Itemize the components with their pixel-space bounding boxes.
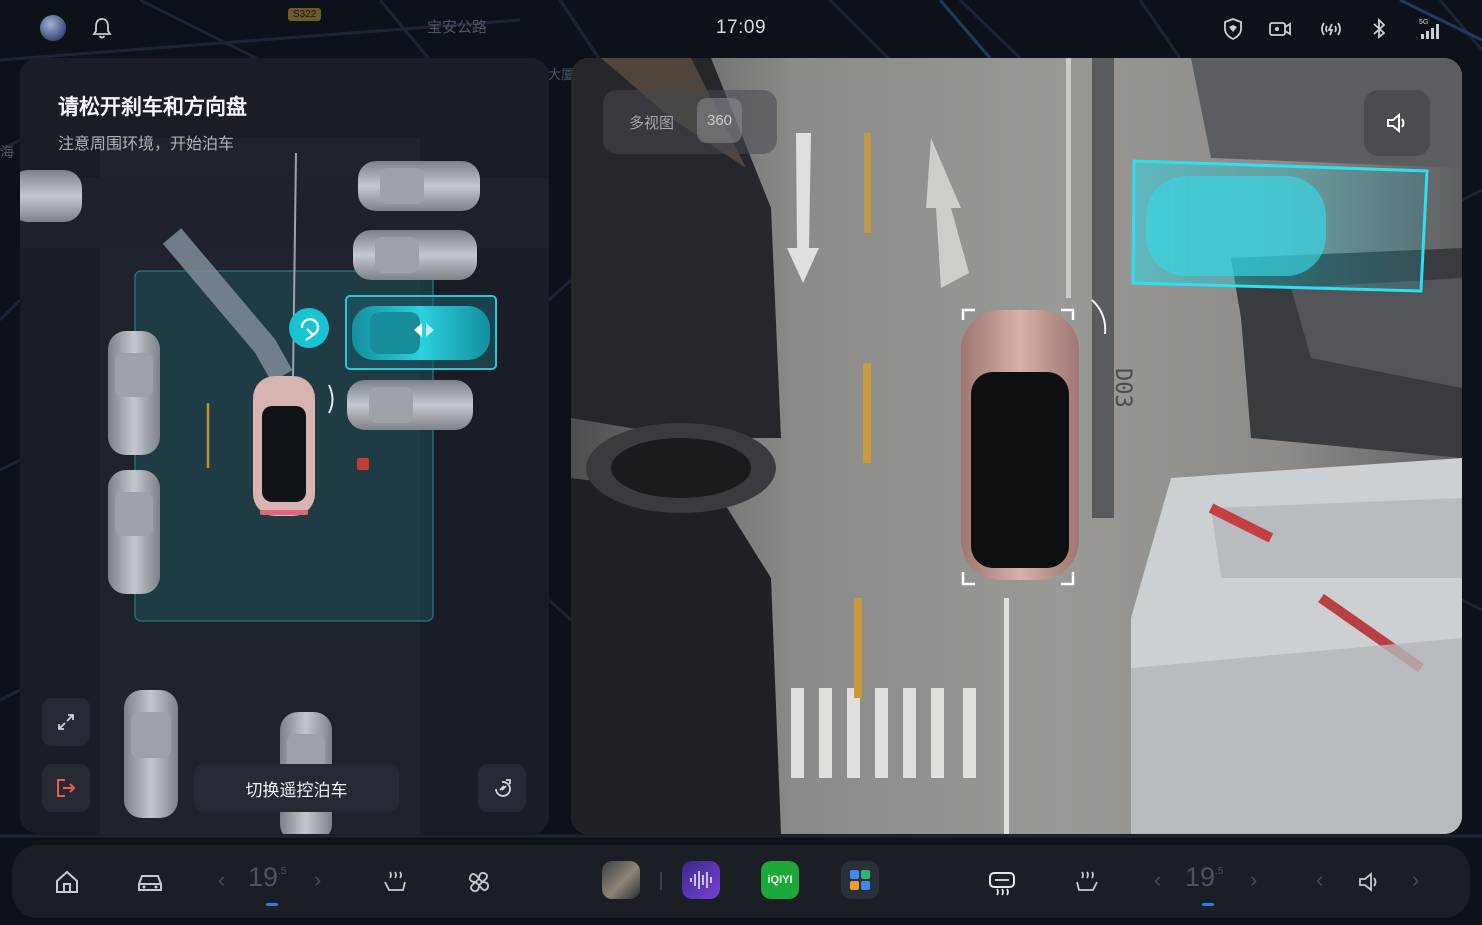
dashcam-icon[interactable] bbox=[1267, 16, 1293, 42]
parked-car bbox=[108, 470, 160, 594]
view-mode-tabs: 多视图 360 bbox=[603, 90, 777, 154]
camera-feed: D03 bbox=[571, 58, 1462, 834]
iqiyi-app[interactable]: iQIYI bbox=[761, 861, 799, 899]
parked-car bbox=[347, 380, 473, 430]
seat-heat-left-button[interactable] bbox=[380, 867, 410, 897]
temp-left-down[interactable]: ‹ bbox=[218, 867, 225, 893]
pause-parking-button[interactable] bbox=[478, 764, 526, 812]
seat-heat-right-icon bbox=[1076, 871, 1098, 891]
bluetooth-icon[interactable] bbox=[1366, 16, 1392, 42]
map-road-label: 宝安公路 bbox=[427, 19, 488, 36]
temp-right[interactable]: 19.5 bbox=[1185, 862, 1223, 893]
expand-icon bbox=[58, 714, 74, 730]
shield-icon[interactable] bbox=[1220, 16, 1246, 42]
temp-right-value: 19 bbox=[1185, 862, 1216, 892]
camera-sound-button[interactable] bbox=[1364, 90, 1430, 156]
temp-left-value: 19 bbox=[248, 862, 279, 892]
parked-car bbox=[358, 161, 480, 211]
map-side-label: 海 bbox=[0, 144, 14, 160]
volume-up[interactable]: › bbox=[1412, 867, 1419, 893]
temp-left[interactable]: 19.5 bbox=[248, 862, 286, 893]
apps-grid-icon bbox=[850, 870, 870, 890]
temp-right-down[interactable]: ‹ bbox=[1154, 867, 1161, 893]
parking-panel: 请松开刹车和方向盘 注意周围环境，开始泊车 切换遥控泊车 bbox=[20, 58, 549, 834]
fan-icon bbox=[468, 871, 490, 893]
slot-label: D03 bbox=[1110, 368, 1135, 408]
temp-left-up[interactable]: › bbox=[314, 867, 321, 893]
waveform-icon bbox=[690, 871, 712, 889]
parked-car bbox=[20, 170, 82, 222]
tab-360[interactable]: 360 bbox=[697, 98, 743, 143]
temp-right-indicator bbox=[1202, 903, 1214, 906]
dock-divider bbox=[660, 872, 662, 890]
fan-button[interactable] bbox=[464, 867, 494, 897]
temp-right-up[interactable]: › bbox=[1250, 867, 1257, 893]
volume-button[interactable] bbox=[1354, 867, 1384, 897]
defrost-icon bbox=[989, 872, 1015, 896]
volume-icon bbox=[1359, 872, 1377, 892]
panel-subtitle: 注意周围环境，开始泊车 bbox=[58, 136, 235, 153]
seat-heat-right-button[interactable] bbox=[1072, 867, 1102, 897]
bottom-dock: ‹ 19.5 › iQIYI ‹ 19.5 › ‹ › bbox=[12, 845, 1470, 918]
temp-right-decimal: .5 bbox=[1215, 866, 1224, 877]
car-icon bbox=[138, 875, 162, 891]
map-road-badge: S322 bbox=[288, 8, 322, 21]
camera-360-view: D03 多视图 360 bbox=[571, 58, 1462, 834]
exit-icon bbox=[57, 779, 76, 797]
steering-hand-icon bbox=[495, 779, 511, 797]
status-bar: S322 宝安公路 海 大厦 17:09 5G bbox=[0, 0, 1482, 160]
bell-icon[interactable] bbox=[91, 16, 113, 40]
tab-multi-view[interactable]: 多视图 bbox=[629, 112, 674, 133]
signal-5g-icon: 5G bbox=[1419, 19, 1439, 39]
svg-text:5G: 5G bbox=[1419, 19, 1428, 26]
panel-title: 请松开刹车和方向盘 bbox=[58, 96, 247, 119]
expand-button[interactable] bbox=[42, 698, 90, 746]
media-app[interactable] bbox=[602, 861, 640, 899]
voice-app[interactable] bbox=[682, 861, 720, 899]
exit-parking-button[interactable] bbox=[42, 764, 90, 812]
temp-left-indicator bbox=[266, 903, 278, 906]
clock: 17:09 bbox=[715, 17, 767, 38]
temp-left-decimal: .5 bbox=[278, 866, 287, 877]
hotspot-icon[interactable] bbox=[1318, 16, 1344, 42]
parked-car bbox=[108, 331, 160, 455]
parking-scene bbox=[20, 58, 549, 834]
switch-remote-parking-button[interactable]: 切换遥控泊车 bbox=[194, 764, 399, 812]
home-button[interactable] bbox=[52, 867, 82, 897]
vehicle-button[interactable] bbox=[135, 867, 165, 897]
parked-car bbox=[353, 230, 477, 280]
parked-car bbox=[124, 690, 178, 818]
speaker-icon bbox=[1387, 112, 1405, 134]
volume-down[interactable]: ‹ bbox=[1316, 867, 1323, 893]
rear-defrost-button[interactable] bbox=[987, 867, 1017, 897]
home-icon bbox=[56, 870, 78, 893]
seat-heat-icon bbox=[384, 871, 406, 891]
apps-grid[interactable] bbox=[841, 861, 879, 899]
avatar-icon[interactable] bbox=[40, 15, 66, 41]
